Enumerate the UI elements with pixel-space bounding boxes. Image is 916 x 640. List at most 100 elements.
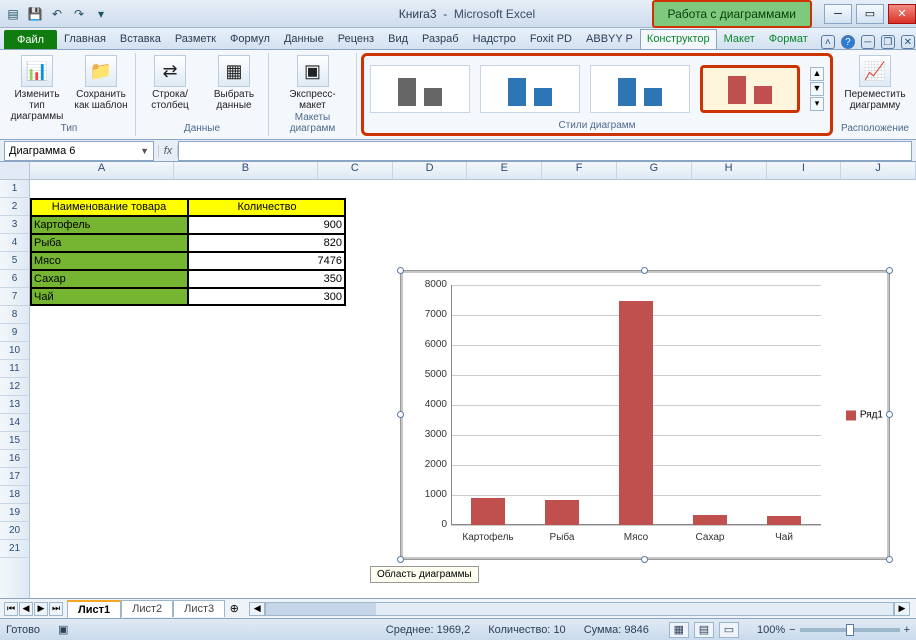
- tab-developer[interactable]: Разраб: [415, 29, 466, 49]
- switch-row-col-button[interactable]: ⇄Строка/столбец: [140, 55, 200, 111]
- select-data-button[interactable]: ▦Выбрать данные: [204, 55, 264, 111]
- row-headers[interactable]: 123456789101112131415161718192021: [0, 180, 30, 598]
- row-header-14[interactable]: 14: [0, 414, 29, 432]
- close-button[interactable]: ✕: [888, 4, 916, 24]
- cell-B4[interactable]: 820: [188, 234, 346, 252]
- ribbon-minimize-icon[interactable]: ˄: [821, 35, 835, 49]
- horizontal-scrollbar[interactable]: ◀ ▶: [249, 602, 910, 616]
- worksheet-grid[interactable]: A B C D E F G H I J 12345678910111213141…: [0, 162, 916, 598]
- col-header-I[interactable]: I: [767, 162, 842, 179]
- zoom-in-icon[interactable]: +: [904, 624, 910, 636]
- row-header-16[interactable]: 16: [0, 450, 29, 468]
- formula-input[interactable]: [178, 141, 912, 161]
- row-header-4[interactable]: 4: [0, 234, 29, 252]
- cell-B3[interactable]: 900: [188, 216, 346, 234]
- col-header-D[interactable]: D: [393, 162, 468, 179]
- view-pagelayout-icon[interactable]: ▤: [694, 622, 714, 638]
- chart-tools-context-tab[interactable]: Работа с диаграммами: [652, 0, 813, 28]
- row-header-3[interactable]: 3: [0, 216, 29, 234]
- cell-B2[interactable]: Количество: [188, 198, 346, 216]
- tab-pagelayout[interactable]: Разметк: [168, 29, 223, 49]
- undo-icon[interactable]: ↶: [48, 5, 66, 23]
- tab-abbyy[interactable]: ABBYY P: [579, 29, 640, 49]
- sheet-nav-next-icon[interactable]: ▶: [34, 602, 48, 616]
- chart-bar[interactable]: [767, 516, 800, 525]
- cell-A7[interactable]: Чай: [30, 288, 188, 306]
- row-header-17[interactable]: 17: [0, 468, 29, 486]
- row-header-12[interactable]: 12: [0, 378, 29, 396]
- view-normal-icon[interactable]: ▦: [669, 622, 689, 638]
- col-header-A[interactable]: A: [30, 162, 174, 179]
- cell-B7[interactable]: 300: [188, 288, 346, 306]
- chart-style-2[interactable]: [480, 65, 580, 113]
- redo-icon[interactable]: ↷: [70, 5, 88, 23]
- row-header-2[interactable]: 2: [0, 198, 29, 216]
- minimize-button[interactable]: ─: [824, 4, 852, 24]
- sheet-tab-1[interactable]: Лист1: [67, 600, 121, 618]
- mdi-minimize-icon[interactable]: ─: [861, 35, 875, 49]
- move-chart-button[interactable]: 📈Переместить диаграмму: [845, 55, 905, 111]
- column-headers[interactable]: A B C D E F G H I J: [30, 162, 916, 180]
- chart-style-4[interactable]: [700, 65, 800, 113]
- row-header-9[interactable]: 9: [0, 324, 29, 342]
- styles-scroll-down-icon[interactable]: ▼: [810, 82, 824, 96]
- cell-A4[interactable]: Рыба: [30, 234, 188, 252]
- cell-A5[interactable]: Мясо: [30, 252, 188, 270]
- sheet-nav-prev-icon[interactable]: ◀: [19, 602, 33, 616]
- fx-button[interactable]: fx: [158, 145, 178, 157]
- tab-review[interactable]: Реценз: [331, 29, 381, 49]
- tab-chart-design[interactable]: Конструктор: [640, 29, 717, 49]
- tab-foxit[interactable]: Foxit PD: [523, 29, 579, 49]
- tab-addins[interactable]: Надстро: [466, 29, 523, 49]
- cell-A2[interactable]: Наименование товара: [30, 198, 188, 216]
- tab-view[interactable]: Вид: [381, 29, 415, 49]
- save-as-template-button[interactable]: 📁Сохранить как шаблон: [71, 55, 131, 122]
- tab-chart-layout[interactable]: Макет: [717, 29, 762, 49]
- row-header-19[interactable]: 19: [0, 504, 29, 522]
- maximize-button[interactable]: ▭: [856, 4, 884, 24]
- sheet-nav-last-icon[interactable]: ⏭: [49, 602, 63, 616]
- chart-bar[interactable]: [619, 301, 652, 525]
- help-icon[interactable]: ?: [841, 35, 855, 49]
- hscroll-right-icon[interactable]: ▶: [894, 602, 910, 616]
- col-header-J[interactable]: J: [841, 162, 916, 179]
- col-header-C[interactable]: C: [318, 162, 393, 179]
- hscroll-left-icon[interactable]: ◀: [249, 602, 265, 616]
- chart-legend[interactable]: Ряд1: [846, 410, 883, 421]
- cell-B5[interactable]: 7476: [188, 252, 346, 270]
- col-header-G[interactable]: G: [617, 162, 692, 179]
- styles-more-icon[interactable]: ▾: [810, 97, 824, 111]
- row-header-8[interactable]: 8: [0, 306, 29, 324]
- mdi-close-icon[interactable]: ✕: [901, 35, 915, 49]
- qat-more-icon[interactable]: ▾: [92, 5, 110, 23]
- sheet-tab-3[interactable]: Лист3: [173, 600, 225, 617]
- row-header-21[interactable]: 21: [0, 540, 29, 558]
- plot-area[interactable]: 010002000300040005000600070008000Картофе…: [451, 285, 821, 543]
- row-header-11[interactable]: 11: [0, 360, 29, 378]
- col-header-H[interactable]: H: [692, 162, 767, 179]
- cell-B6[interactable]: 350: [188, 270, 346, 288]
- col-header-B[interactable]: B: [174, 162, 318, 179]
- chart-object[interactable]: 010002000300040005000600070008000Картофе…: [400, 270, 890, 560]
- row-header-7[interactable]: 7: [0, 288, 29, 306]
- tab-insert[interactable]: Вставка: [113, 29, 168, 49]
- name-box[interactable]: Диаграмма 6 ▼: [4, 141, 154, 161]
- name-box-dropdown-icon[interactable]: ▼: [140, 146, 149, 156]
- row-header-20[interactable]: 20: [0, 522, 29, 540]
- tab-chart-format[interactable]: Формат: [762, 29, 815, 49]
- hscroll-track[interactable]: [265, 602, 894, 616]
- zoom-slider-thumb[interactable]: [846, 624, 854, 636]
- macro-record-icon[interactable]: ▣: [58, 623, 68, 636]
- sheet-nav-first-icon[interactable]: ⏮: [4, 602, 18, 616]
- tab-home[interactable]: Главная: [57, 29, 113, 49]
- zoom-slider[interactable]: [800, 628, 900, 632]
- styles-scroll-up-icon[interactable]: ▲: [810, 67, 824, 81]
- cell-A6[interactable]: Сахар: [30, 270, 188, 288]
- cells-layer[interactable]: Наименование товара Количество Картофель…: [30, 180, 916, 598]
- row-header-10[interactable]: 10: [0, 342, 29, 360]
- view-pagebreak-icon[interactable]: ▭: [719, 622, 739, 638]
- hscroll-thumb[interactable]: [266, 603, 376, 615]
- change-chart-type-button[interactable]: 📊Изменить тип диаграммы: [7, 55, 67, 122]
- quick-layout-button[interactable]: ▣Экспресс-макет: [283, 55, 343, 111]
- row-header-6[interactable]: 6: [0, 270, 29, 288]
